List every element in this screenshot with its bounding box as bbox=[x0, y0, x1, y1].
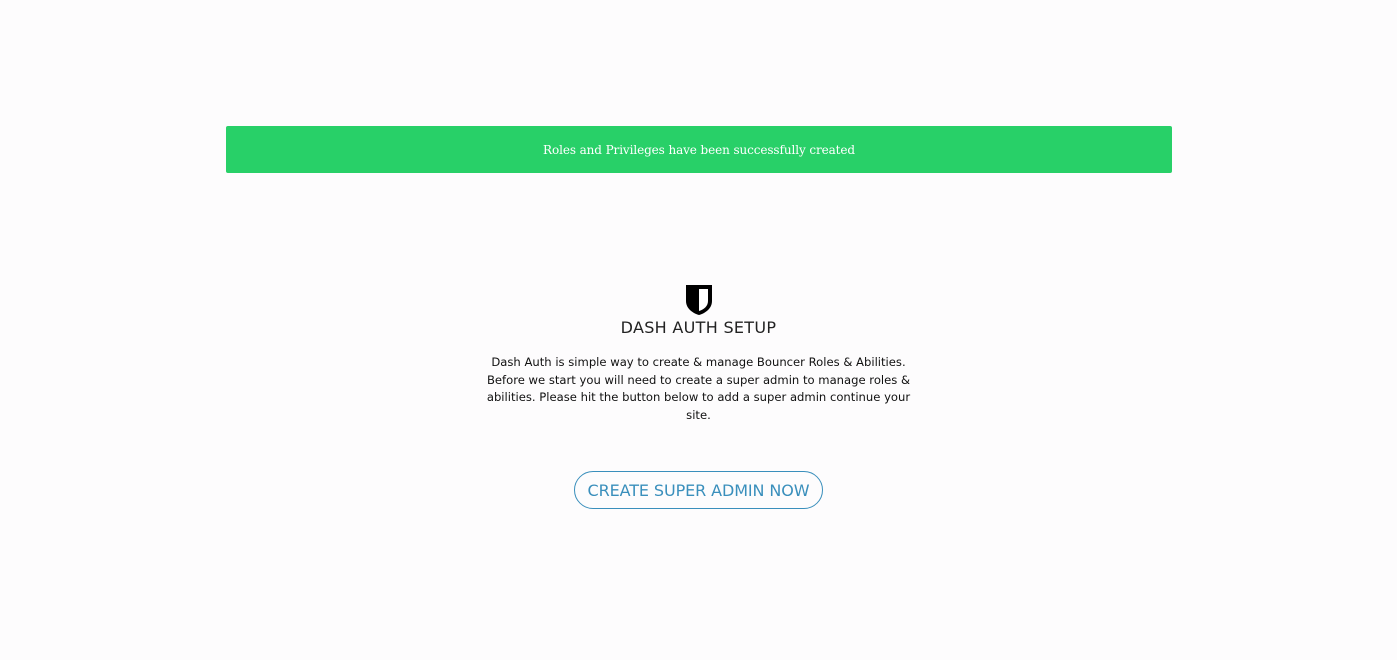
shield-icon bbox=[685, 285, 712, 315]
create-super-admin-button[interactable]: CREATE SUPER ADMIN NOW bbox=[574, 471, 823, 509]
alert-message: Roles and Privileges have been successfu… bbox=[543, 142, 855, 157]
page-title: DASH AUTH SETUP bbox=[620, 318, 777, 337]
success-alert: Roles and Privileges have been successfu… bbox=[226, 126, 1172, 173]
setup-description: Dash Auth is simple way to create & mana… bbox=[486, 355, 911, 422]
setup-panel: DASH AUTH SETUP Dash Auth is simple way … bbox=[0, 284, 1397, 509]
